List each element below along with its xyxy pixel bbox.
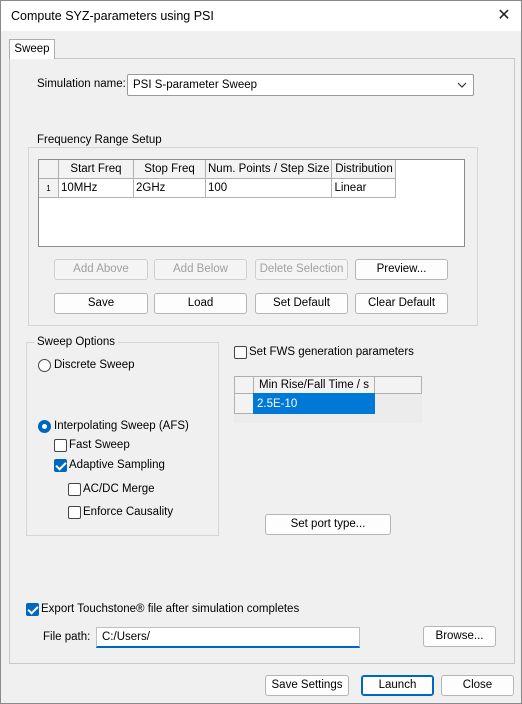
table-header-row: Start Freq Stop Freq Num. Points / Step … <box>39 160 397 179</box>
delete-selection-button[interactable]: Delete Selection <box>255 259 348 280</box>
table-cell[interactable]: Linear <box>331 178 397 198</box>
launch-button[interactable]: Launch <box>361 675 434 696</box>
set-port-type-button[interactable]: Set port type... <box>265 514 391 535</box>
table-cell[interactable]: 2GHz <box>133 178 206 198</box>
fws-empty-header <box>374 376 422 394</box>
file-path-value: C:/Users/ <box>102 631 150 643</box>
sweep-options-label: Sweep Options <box>34 336 118 348</box>
load-button[interactable]: Load <box>154 293 247 314</box>
table-cell[interactable]: 10MHz <box>58 178 134 198</box>
file-path-label: File path: <box>43 631 91 643</box>
interpolating-sweep-radio[interactable] <box>38 420 51 433</box>
discrete-sweep-radio[interactable] <box>38 359 51 372</box>
adaptive-sampling-checkbox[interactable] <box>54 459 67 472</box>
file-path-input[interactable]: C:/Users/ <box>96 627 360 648</box>
close-icon[interactable]: ✕ <box>493 5 515 27</box>
close-button[interactable]: Close <box>441 675 514 696</box>
discrete-sweep-label: Discrete Sweep <box>54 359 135 371</box>
simulation-name-select[interactable]: PSI S-parameter Sweep <box>127 74 474 96</box>
chevron-down-icon <box>457 82 467 88</box>
adaptive-sampling-label: Adaptive Sampling <box>69 459 165 471</box>
export-touchstone-label: Export Touchstone® file after simulation… <box>41 603 300 615</box>
window-title: Compute SYZ-parameters using PSI <box>11 9 214 23</box>
browse-button[interactable]: Browse... <box>423 626 496 647</box>
simulation-name-value: PSI S-parameter Sweep <box>133 79 258 91</box>
fws-label: Set FWS generation parameters <box>249 346 414 358</box>
enforce-causality-label: Enforce Causality <box>83 506 174 518</box>
save-settings-button[interactable]: Save Settings <box>265 675 349 696</box>
add-above-button[interactable]: Add Above <box>54 259 148 280</box>
fws-row-header[interactable] <box>234 393 254 414</box>
column-header[interactable]: Stop Freq <box>133 160 206 179</box>
set-default-button[interactable]: Set Default <box>255 293 348 314</box>
simulation-name-label: Simulation name: <box>37 78 126 90</box>
fast-sweep-label: Fast Sweep <box>69 439 130 451</box>
column-header[interactable]: Distribution <box>331 160 397 179</box>
save-button[interactable]: Save <box>54 293 148 314</box>
export-touchstone-checkbox[interactable] <box>26 603 39 616</box>
tab-sweep[interactable]: Sweep <box>9 39 55 59</box>
fws-table: Min Rise/Fall Time / s 2.5E-10 <box>234 376 422 423</box>
frequency-table: Start Freq Stop Freq Num. Points / Step … <box>38 159 465 247</box>
dialog-window: Compute SYZ-parameters using PSI ✕ Sweep… <box>0 0 522 704</box>
acdc-merge-label: AC/DC Merge <box>83 483 155 495</box>
clear-default-button[interactable]: Clear Default <box>355 293 448 314</box>
title-bar: Compute SYZ-parameters using PSI ✕ <box>1 1 521 31</box>
fws-column-header[interactable]: Min Rise/Fall Time / s <box>253 376 375 394</box>
fws-value-cell[interactable]: 2.5E-10 <box>253 393 375 414</box>
enforce-causality-checkbox[interactable] <box>68 506 81 519</box>
interpolating-sweep-label: Interpolating Sweep (AFS) <box>54 420 189 432</box>
table-cell[interactable]: 100 <box>204 178 333 198</box>
add-below-button[interactable]: Add Below <box>154 259 247 280</box>
frequency-range-label: Frequency Range Setup <box>34 134 165 146</box>
column-header[interactable]: Num. Points / Step Size <box>204 160 333 179</box>
fast-sweep-checkbox[interactable] <box>54 439 67 452</box>
row-header-corner <box>39 160 59 179</box>
table-row[interactable]: 1 10MHz 2GHz 100 Linear <box>39 178 397 198</box>
column-header[interactable]: Start Freq <box>58 160 134 179</box>
acdc-merge-checkbox[interactable] <box>68 483 81 496</box>
fws-checkbox[interactable] <box>234 346 247 359</box>
preview-button[interactable]: Preview... <box>355 259 448 280</box>
row-index[interactable]: 1 <box>39 178 59 198</box>
fws-corner-header <box>234 376 254 394</box>
